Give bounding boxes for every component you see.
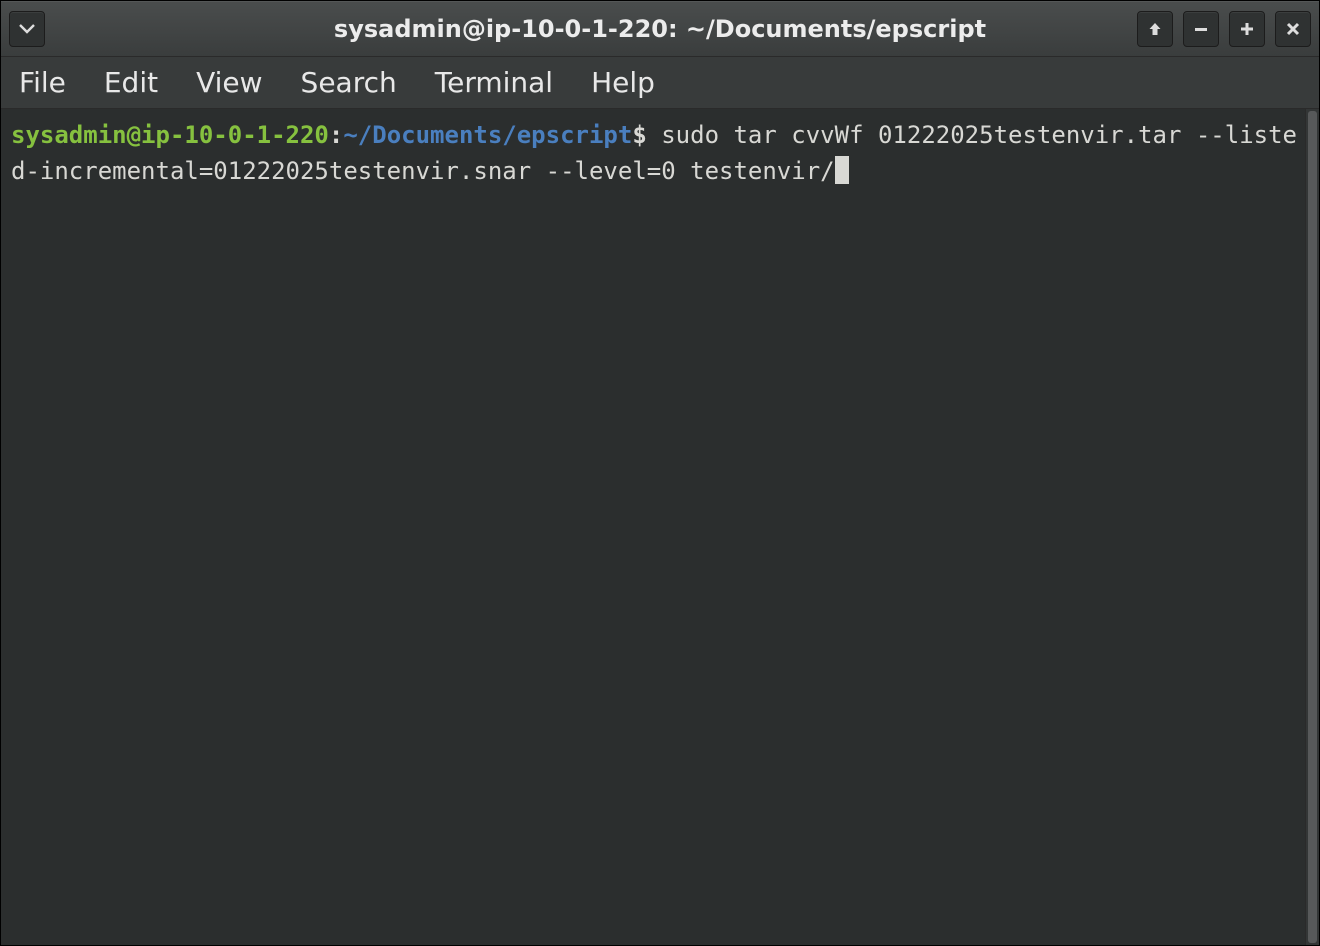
keep-above-button[interactable] [1137,11,1173,47]
maximize-button[interactable] [1229,11,1265,47]
scrollbar-thumb[interactable] [1308,111,1317,943]
terminal-viewport[interactable]: sysadmin@ip-10-0-1-220:~/Documents/epscr… [1,109,1319,945]
vertical-scrollbar[interactable] [1305,109,1319,945]
prompt-separator: : [329,121,343,149]
chevron-down-icon [19,24,35,34]
menu-search[interactable]: Search [295,62,403,103]
menu-view[interactable]: View [190,62,268,103]
plus-icon [1239,21,1255,37]
menu-file[interactable]: File [13,62,72,103]
menu-help[interactable]: Help [585,62,661,103]
close-icon [1285,21,1301,37]
window-title: sysadmin@ip-10-0-1-220: ~/Documents/epsc… [334,15,986,43]
minimize-button[interactable] [1183,11,1219,47]
window-controls [1137,11,1311,47]
menu-edit[interactable]: Edit [98,62,164,103]
arrow-up-icon [1147,21,1163,37]
text-cursor [835,156,849,184]
prompt-user-host: sysadmin@ip-10-0-1-220 [11,121,329,149]
menubar: File Edit View Search Terminal Help [1,57,1319,109]
window-titlebar: sysadmin@ip-10-0-1-220: ~/Documents/epsc… [1,1,1319,57]
terminal-content: sysadmin@ip-10-0-1-220:~/Documents/epscr… [11,117,1309,189]
prompt-path: ~/Documents/epscript [343,121,632,149]
minimize-icon [1193,21,1209,37]
close-button[interactable] [1275,11,1311,47]
prompt-end: $ [632,121,646,149]
menu-terminal[interactable]: Terminal [429,62,559,103]
window-menu-dropdown[interactable] [9,11,45,47]
